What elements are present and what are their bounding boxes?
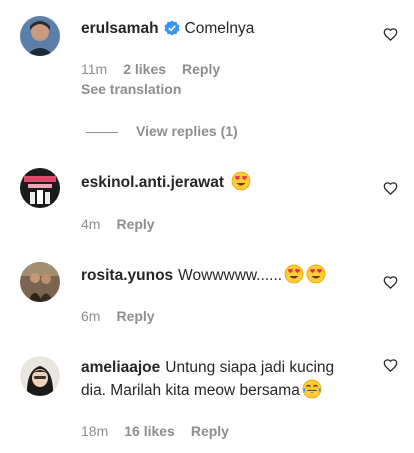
comment-body: ameliaajoe Untung siapa jadi kucing dia. M… [81, 357, 371, 406]
reply-button[interactable]: Reply [116, 308, 154, 324]
tears-of-joy-emoji-icon [302, 379, 322, 406]
heart-eyes-emoji-icon [284, 264, 304, 291]
avatar[interactable] [20, 168, 60, 208]
comment-body: rosita.yunos Wowwwww...... [81, 264, 371, 291]
like-heart-icon[interactable] [383, 275, 398, 290]
heart-eyes-emoji-icon [231, 171, 251, 198]
view-replies-label: View replies (1) [136, 123, 238, 139]
like-heart-icon[interactable] [383, 27, 398, 42]
comment-text-line-2: dia. Marilah kita meow bersama [81, 382, 300, 399]
like-heart-icon[interactable] [383, 358, 398, 373]
view-replies-button[interactable]: View replies (1) [86, 123, 238, 139]
comment-time: 6m [81, 308, 101, 324]
avatar[interactable] [20, 16, 60, 56]
divider-line [86, 131, 118, 133]
see-translation-link[interactable]: See translation [81, 81, 181, 97]
heart-eyes-emoji-icon [306, 264, 326, 291]
likes-count[interactable]: 2 likes [123, 61, 166, 77]
comment-text-line-1: Untung siapa jadi kucing [165, 359, 335, 376]
avatar[interactable] [20, 262, 60, 302]
comment-time: 11m [81, 61, 108, 77]
comment-meta: 18m 16 likes Reply [81, 423, 245, 439]
username[interactable]: eskinol.anti.jerawat [81, 174, 224, 191]
comment-meta: 4m Reply [81, 216, 171, 232]
avatar[interactable] [20, 356, 60, 396]
reply-button[interactable]: Reply [182, 61, 220, 77]
comment-time: 4m [81, 216, 101, 232]
comment-time: 18m [81, 423, 109, 439]
comment-meta: 6m Reply [81, 308, 171, 324]
reply-button[interactable]: Reply [191, 423, 229, 439]
verified-badge-icon [164, 20, 180, 43]
username[interactable]: ameliaajoe [81, 359, 160, 376]
reply-button[interactable]: Reply [116, 216, 154, 232]
comment-body: eskinol.anti.jerawat [81, 171, 371, 198]
username[interactable]: erulsamah [81, 20, 159, 37]
comment-text: Comelnya [184, 20, 255, 37]
comment-meta: 11m 2 likes Reply [81, 61, 236, 77]
like-heart-icon[interactable] [383, 181, 398, 196]
comment-body: erulsamah Comelnya [81, 18, 371, 43]
likes-count[interactable]: 16 likes [124, 423, 175, 439]
username[interactable]: rosita.yunos [81, 267, 173, 284]
comment-text: Wowwwww...... [178, 267, 283, 284]
